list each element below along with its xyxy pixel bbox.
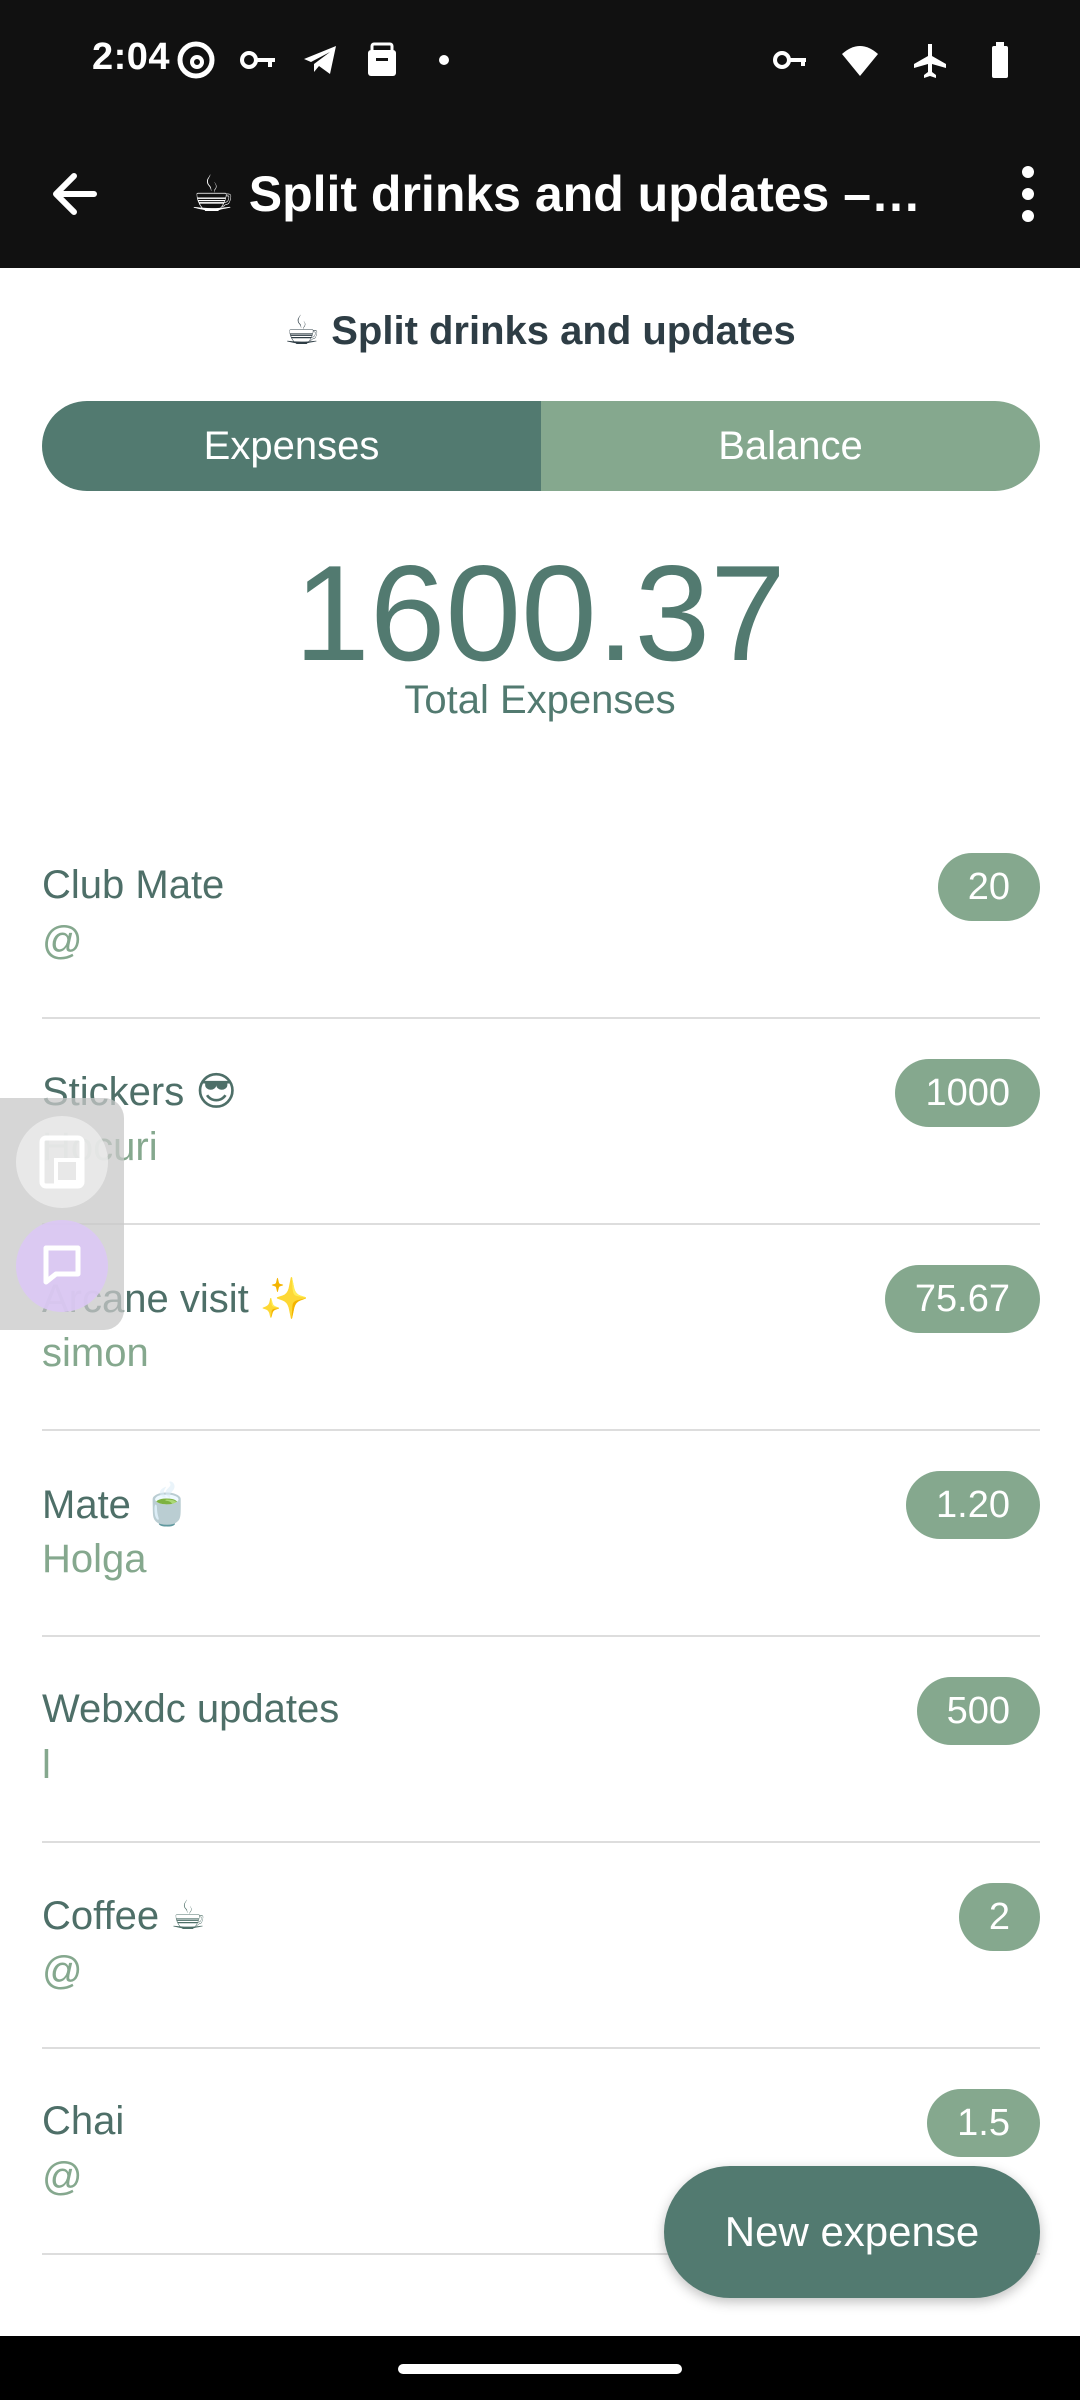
notification-icons	[176, 40, 464, 80]
list-item[interactable]: Club Mate @ 20	[42, 813, 1040, 1019]
app-heading: ☕ Split drinks and updates	[284, 309, 796, 353]
amount-badge: 1.20	[906, 1471, 1040, 1539]
expense-payer: @	[42, 2155, 83, 2199]
system-icons	[770, 40, 1020, 80]
expense-title: Chai	[42, 2099, 125, 2143]
total-expenses-amount: 1600.37	[294, 537, 786, 689]
screenshot-tool-button[interactable]	[16, 1116, 108, 1208]
amount-badge: 1.5	[927, 2089, 1040, 2157]
expense-title: Mate 🍵	[42, 1483, 192, 1527]
status-time: 2:04	[92, 36, 171, 78]
list-item[interactable]: Mate 🍵 Holga 1.20	[42, 1431, 1040, 1637]
home-indicator[interactable]	[398, 2364, 682, 2374]
expense-payer: Holga	[42, 1537, 147, 1581]
threads-icon	[177, 41, 215, 79]
amount-badge: 20	[937, 853, 1040, 921]
airplane-icon	[914, 44, 946, 78]
list-item[interactable]: Stickers 😎 Hocuri 1000	[42, 1019, 1040, 1225]
app-bar: ☕ Split drinks and updates –…	[0, 120, 1080, 268]
arrow-back-icon	[53, 173, 97, 215]
wifi-icon	[842, 46, 878, 76]
amount-badge: 1000	[895, 1059, 1040, 1127]
expense-title: Coffee ☕	[42, 1894, 207, 1938]
chat-bubble-icon	[43, 1245, 81, 1285]
overflow-menu-button[interactable]	[992, 154, 1064, 234]
list-item[interactable]: Coffee ☕ @ 2	[42, 1843, 1040, 2049]
floating-side-toolbar	[0, 1098, 124, 1330]
webxdc-app-content: ☕ Split drinks and updates Expenses Bala…	[0, 268, 1080, 2336]
total-expenses-label: Total Expenses	[404, 678, 676, 722]
back-button[interactable]	[40, 154, 120, 234]
telegram-icon	[304, 46, 336, 74]
device-screenshot-icon	[39, 1135, 85, 1189]
chat-tool-button[interactable]	[16, 1220, 108, 1312]
expense-title: Webxdc updates	[42, 1687, 340, 1731]
status-bar: 2:04	[0, 0, 1080, 120]
amount-badge: 75.67	[884, 1265, 1040, 1333]
list-item[interactable]: Webxdc updates l 500	[42, 1637, 1040, 1843]
vpn-key-icon	[773, 51, 806, 69]
view-tabs: Expenses Balance	[42, 401, 1040, 491]
battery-icon	[992, 42, 1008, 78]
dot-icon	[439, 55, 449, 65]
expense-payer: @	[42, 919, 83, 963]
expense-title: Club Mate	[42, 863, 225, 907]
tab-expenses[interactable]: Expenses	[42, 401, 541, 491]
tab-balance[interactable]: Balance	[541, 401, 1040, 491]
amount-badge: 2	[958, 1883, 1040, 1951]
expense-list: Club Mate @ 20 Stickers 😎 Hocuri 1000 Ar…	[42, 813, 1040, 2255]
expense-payer: simon	[42, 1331, 149, 1375]
expense-payer: @	[42, 1949, 83, 1993]
key-icon	[240, 51, 275, 69]
app-title: ☕ Split drinks and updates –…	[190, 166, 922, 222]
expense-payer: l	[42, 1743, 51, 1787]
list-item[interactable]: Arcane visit ✨ simon 75.67	[42, 1225, 1040, 1431]
more-vert-icon	[1022, 166, 1034, 222]
new-expense-button[interactable]: New expense	[664, 2166, 1040, 2298]
bag-icon	[368, 42, 396, 76]
amount-badge: 500	[916, 1677, 1040, 1745]
